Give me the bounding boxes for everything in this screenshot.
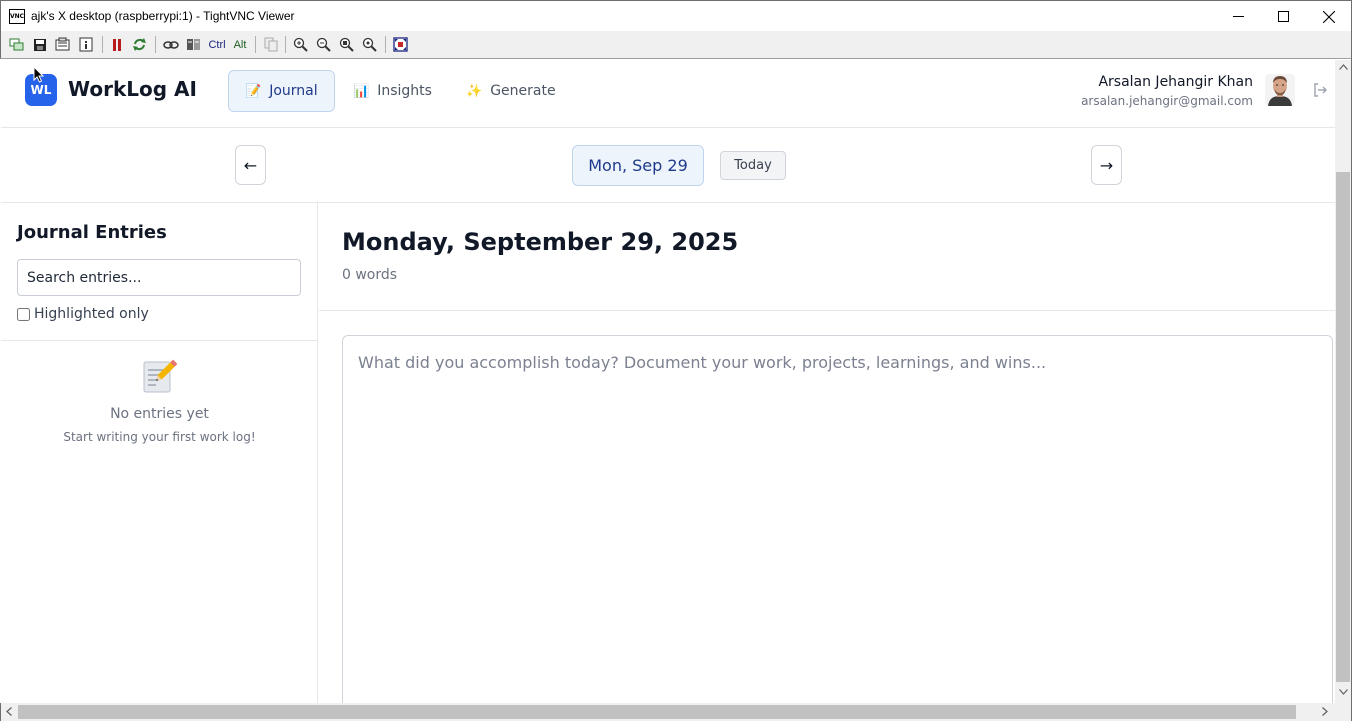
maximize-icon — [1277, 11, 1289, 22]
entry-date-heading: Monday, September 29, 2025 — [342, 228, 739, 256]
zoom-fit-icon[interactable] — [361, 36, 378, 53]
scroll-down-icon[interactable] — [1339, 689, 1348, 695]
info-icon[interactable] — [77, 36, 94, 53]
save-icon[interactable] — [31, 36, 48, 53]
pause-icon[interactable] — [108, 36, 125, 53]
vertical-scrollbar[interactable] — [1335, 60, 1352, 703]
file-transfer-icon[interactable] — [185, 36, 202, 53]
journal-sidebar: Journal Entries Highlighted only — [1, 203, 318, 703]
mouse-cursor-icon — [33, 66, 44, 83]
user-email: arsalan.jehangir@gmail.com — [1081, 94, 1253, 108]
zoom-100-icon[interactable] — [338, 36, 355, 53]
scroll-up-icon[interactable] — [1339, 64, 1348, 70]
vnc-toolbar: Ctrl Alt — [0, 31, 1352, 59]
scroll-left-icon[interactable] — [6, 707, 12, 716]
main-divider — [319, 310, 1335, 311]
sparkles-icon: ✨ — [466, 83, 483, 99]
highlighted-only-label: Highlighted only — [34, 306, 149, 322]
new-connection-icon[interactable] — [8, 36, 25, 53]
tab-generate[interactable]: ✨ Generate — [449, 70, 573, 112]
zoom-out-icon[interactable] — [315, 36, 332, 53]
tab-insights-label: Insights — [377, 83, 432, 99]
journal-main: Monday, September 29, 2025 0 words — [319, 203, 1335, 703]
clipboard-icon[interactable] — [262, 36, 279, 53]
toolbar-separator — [385, 36, 386, 53]
alt-key-button[interactable]: Alt — [230, 36, 250, 53]
fullscreen-icon[interactable] — [392, 36, 409, 53]
transfer-icon[interactable] — [162, 36, 179, 53]
minimize-icon — [1232, 16, 1244, 17]
scrollbar-corner — [1335, 703, 1352, 721]
tab-journal-label: Journal — [269, 83, 318, 99]
avatar[interactable] — [1265, 74, 1295, 106]
toolbar-separator — [102, 36, 103, 53]
logout-icon[interactable] — [1312, 82, 1328, 98]
bar-chart-icon: 📊 — [353, 83, 370, 99]
app-logo-text: WorkLog AI — [68, 77, 197, 101]
user-name: Arsalan Jehangir Khan — [1098, 74, 1253, 90]
highlighted-only-filter[interactable]: Highlighted only — [17, 306, 149, 322]
remote-desktop-viewport[interactable]: WL WorkLog AI 📝 Journal 📊 Insights ✨ Gen… — [1, 60, 1335, 703]
memo-icon: 📝 — [245, 83, 262, 99]
close-icon — [1323, 10, 1335, 23]
app-header: WL WorkLog AI 📝 Journal 📊 Insights ✨ Gen… — [1, 60, 1335, 128]
date-navigation-bar: ← Mon, Sep 29 Today → — [1, 128, 1335, 203]
close-button[interactable] — [1306, 1, 1352, 32]
journal-editor[interactable] — [342, 335, 1333, 703]
next-day-button[interactable]: → — [1091, 145, 1122, 185]
memo-icon — [141, 358, 178, 394]
word-count: 0 words — [342, 267, 398, 283]
horizontal-scrollbar[interactable] — [0, 703, 1335, 721]
horizontal-scroll-thumb[interactable] — [18, 705, 1296, 719]
vertical-scroll-thumb[interactable] — [1336, 172, 1350, 682]
tab-journal[interactable]: 📝 Journal — [228, 70, 335, 112]
scroll-right-icon[interactable] — [1322, 707, 1328, 716]
ctrl-key-button[interactable]: Ctrl — [206, 36, 228, 53]
sidebar-title: Journal Entries — [17, 222, 167, 243]
toolbar-separator — [155, 36, 156, 53]
minimize-button[interactable] — [1215, 1, 1261, 32]
current-date-button[interactable]: Mon, Sep 29 — [572, 145, 704, 186]
window-title: ajk's X desktop (raspberrypi:1) - TightV… — [31, 9, 295, 23]
window-titlebar: VNC ajk's X desktop (raspberrypi:1) - Ti… — [0, 0, 1352, 31]
empty-state-title: No entries yet — [110, 406, 209, 422]
highlighted-only-checkbox[interactable] — [17, 307, 30, 321]
refresh-icon[interactable] — [131, 36, 148, 53]
tab-insights[interactable]: 📊 Insights — [336, 70, 449, 112]
search-input[interactable] — [17, 259, 301, 296]
toolbar-separator — [255, 36, 256, 53]
vnc-app-icon: VNC — [9, 9, 25, 24]
previous-day-button[interactable]: ← — [235, 145, 266, 185]
tab-generate-label: Generate — [490, 83, 556, 99]
today-button[interactable]: Today — [720, 151, 786, 180]
sidebar-divider — [1, 340, 318, 341]
toolbar-separator — [285, 36, 286, 53]
maximize-button[interactable] — [1260, 1, 1306, 32]
empty-state-subtitle: Start writing your first work log! — [63, 430, 256, 444]
zoom-in-icon[interactable] — [292, 36, 309, 53]
options-icon[interactable] — [54, 36, 71, 53]
